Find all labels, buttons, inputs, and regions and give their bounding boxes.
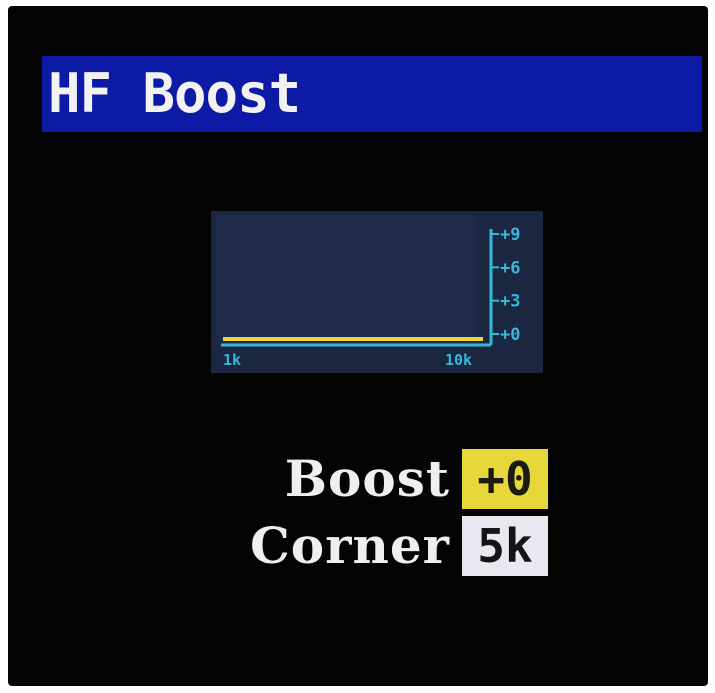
param-row-corner[interactable]: Corner 5k [158, 516, 548, 576]
freq-high-label: 10k [445, 351, 472, 369]
db-tick-label: +0 [500, 325, 520, 345]
corner-label: Corner [250, 516, 450, 575]
eq-graph-svg: +9 +6 +3 +0 1k 10k [211, 211, 543, 373]
device-screen: HF Boost +9 +6 +3 +0 1k 10k Boost +0 Corner… [8, 6, 708, 686]
boost-label: Boost [284, 449, 450, 508]
title-bar: HF Boost [42, 56, 702, 132]
db-tick-label: +6 [500, 258, 520, 278]
db-tick-label: +9 [500, 225, 520, 245]
freq-low-label: 1k [223, 351, 241, 369]
eq-graph: +9 +6 +3 +0 1k 10k [211, 211, 543, 373]
page-title: HF Boost [48, 62, 301, 125]
corner-value[interactable]: 5k [462, 516, 548, 576]
graph-plot-area [215, 215, 477, 345]
param-row-boost[interactable]: Boost +0 [158, 449, 548, 509]
db-tick-label: +3 [500, 292, 520, 312]
boost-value[interactable]: +0 [462, 449, 548, 509]
